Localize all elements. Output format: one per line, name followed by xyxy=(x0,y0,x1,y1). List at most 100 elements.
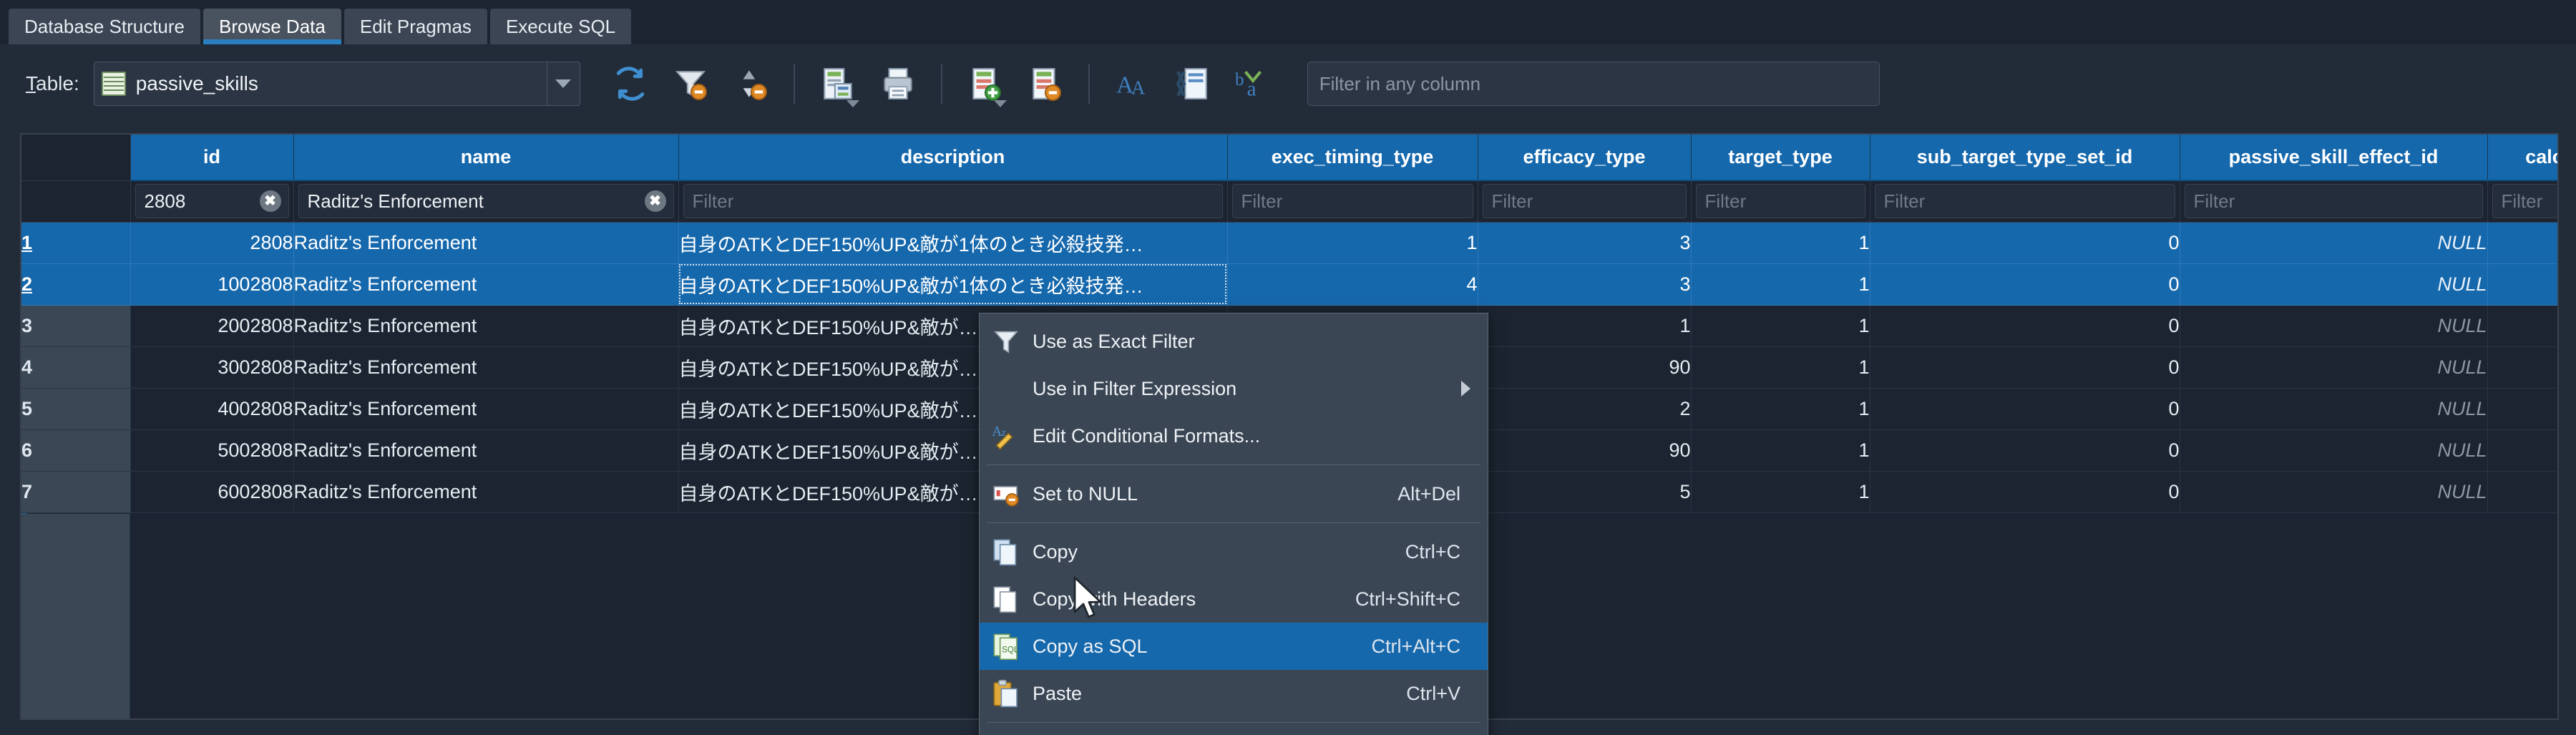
clear-filters-button[interactable] xyxy=(665,58,716,109)
filter-input-target_type[interactable]: Filter xyxy=(1695,184,1865,219)
set-font-button[interactable]: A A xyxy=(1107,58,1158,109)
cell-efficacy_type[interactable]: 3 xyxy=(1478,263,1692,306)
cell-target_type[interactable]: 1 xyxy=(1691,471,1870,513)
filter-cell-exec_timing_type[interactable]: Filter xyxy=(1227,180,1478,223)
cell-name[interactable]: Raditz's Enforcement xyxy=(293,222,679,264)
cell-target_type[interactable]: 1 xyxy=(1691,222,1870,264)
menu-item-paste[interactable]: Paste Ctrl+V xyxy=(980,670,1488,717)
cell-sub_target_type_set_id[interactable]: 0 xyxy=(1870,388,2180,430)
cell-calc_[interactable] xyxy=(2487,346,2557,389)
row-number[interactable]: 6 xyxy=(21,429,131,472)
filter-cell-target_type[interactable]: Filter xyxy=(1691,180,1870,223)
cell-id[interactable]: 2808 xyxy=(130,222,294,264)
cell-efficacy_type[interactable]: 5 xyxy=(1478,471,1692,513)
filter-input-sub_target_type_set_id[interactable]: Filter xyxy=(1874,184,2175,219)
filter-input-calc_[interactable]: Filter xyxy=(2492,184,2557,219)
menu-item-copy-as-sql[interactable]: SQL Copy as SQL Ctrl+Alt+C xyxy=(980,623,1488,670)
column-header-passive_skill_effect_id[interactable]: passive_skill_effect_id xyxy=(2180,135,2488,181)
cell-exec_timing_type[interactable]: 4 xyxy=(1227,263,1478,306)
menu-item-use-as-exact-filter[interactable]: Use as Exact Filter xyxy=(980,318,1488,365)
row-number[interactable]: 1 xyxy=(21,222,131,264)
menu-item-use-in-filter-expression[interactable]: Use in Filter Expression xyxy=(980,365,1488,412)
filter-cell-name[interactable]: Raditz's Enforcement ✖ xyxy=(293,180,679,223)
clear-filter-icon[interactable]: ✖ xyxy=(644,190,666,213)
filter-cell-passive_skill_effect_id[interactable]: Filter xyxy=(2180,180,2488,223)
find-replace-button[interactable] xyxy=(1167,58,1219,109)
filter-input-name[interactable]: Raditz's Enforcement ✖ xyxy=(298,184,674,219)
row-number[interactable]: 2 xyxy=(21,263,131,306)
cell-id[interactable]: 3002808 xyxy=(130,346,294,389)
tab-execute-sql[interactable]: Execute SQL xyxy=(489,9,632,44)
cell-passive_skill_effect_id[interactable]: NULL xyxy=(2180,346,2488,389)
filter-input-description[interactable]: Filter xyxy=(683,184,1223,219)
menu-item-edit-conditional-formats[interactable]: Az Edit Conditional Formats... xyxy=(980,412,1488,459)
cell-passive_skill_effect_id[interactable]: NULL xyxy=(2180,471,2488,513)
clear-sorting-button[interactable] xyxy=(725,58,776,109)
tab-browse-data[interactable]: Browse Data xyxy=(203,9,341,44)
cell-efficacy_type[interactable]: 2 xyxy=(1478,388,1692,430)
cell-id[interactable]: 2002808 xyxy=(130,305,294,347)
filter-input-exec_timing_type[interactable]: Filter xyxy=(1231,184,1473,219)
save-results-button[interactable] xyxy=(812,58,864,109)
filter-in-any-column-input[interactable]: Filter in any column xyxy=(1307,62,1880,106)
filter-input-passive_skill_effect_id[interactable]: Filter xyxy=(2184,184,2483,219)
cell-sub_target_type_set_id[interactable]: 0 xyxy=(1870,222,2180,264)
tab-database-structure[interactable]: Database Structure xyxy=(9,9,201,44)
cell-id[interactable]: 4002808 xyxy=(130,388,294,430)
cell-sub_target_type_set_id[interactable]: 0 xyxy=(1870,429,2180,472)
insert-record-button[interactable] xyxy=(960,58,1011,109)
cell-efficacy_type[interactable]: 90 xyxy=(1478,429,1692,472)
cell-calc_[interactable] xyxy=(2487,263,2557,306)
cell-passive_skill_effect_id[interactable]: NULL xyxy=(2180,222,2488,264)
cell-name[interactable]: Raditz's Enforcement xyxy=(293,263,679,306)
cell-exec_timing_type[interactable]: 1 xyxy=(1227,222,1478,264)
cell-calc_[interactable] xyxy=(2487,471,2557,513)
column-header-name[interactable]: name xyxy=(293,135,679,181)
filter-input-id[interactable]: 2808 ✖ xyxy=(135,184,289,219)
cell-name[interactable]: Raditz's Enforcement xyxy=(293,429,679,472)
cell-passive_skill_effect_id[interactable]: NULL xyxy=(2180,388,2488,430)
cell-efficacy_type[interactable]: 3 xyxy=(1478,222,1692,264)
table-row[interactable]: 2 1002808 Raditz's Enforcement 自身のATKとDEF15… xyxy=(21,263,2557,306)
cell-id[interactable]: 6002808 xyxy=(130,471,294,513)
column-header-calc_[interactable]: calc_ xyxy=(2487,135,2557,181)
cell-name[interactable]: Raditz's Enforcement xyxy=(293,346,679,389)
cell-efficacy_type[interactable]: 90 xyxy=(1478,346,1692,389)
print-button[interactable] xyxy=(872,58,924,109)
cell-sub_target_type_set_id[interactable]: 0 xyxy=(1870,471,2180,513)
row-number[interactable]: 4 xyxy=(21,346,131,389)
table-row[interactable]: 1 2808 Raditz's Enforcement 自身のATKとDEF150%U… xyxy=(21,222,2557,264)
delete-record-button[interactable] xyxy=(1020,58,1071,109)
cell-calc_[interactable] xyxy=(2487,388,2557,430)
cell-sub_target_type_set_id[interactable]: 0 xyxy=(1870,305,2180,347)
filter-cell-calc_[interactable]: Filter xyxy=(2487,180,2557,223)
tab-edit-pragmas[interactable]: Edit Pragmas xyxy=(343,9,487,44)
cell-name[interactable]: Raditz's Enforcement xyxy=(293,305,679,347)
cell-description[interactable]: 自身のATKとDEF150%UP&敵が1体のとき必殺技発… xyxy=(678,263,1228,306)
table-select-combobox[interactable]: passive_skills xyxy=(93,62,580,106)
clear-filter-icon[interactable]: ✖ xyxy=(259,190,281,213)
cell-name[interactable]: Raditz's Enforcement xyxy=(293,388,679,430)
cell-target_type[interactable]: 1 xyxy=(1691,388,1870,430)
filter-input-efficacy_type[interactable]: Filter xyxy=(1482,184,1687,219)
cell-calc_[interactable] xyxy=(2487,222,2557,264)
row-number[interactable]: 7 xyxy=(21,471,131,513)
column-header-description[interactable]: description xyxy=(678,135,1228,181)
cell-target_type[interactable]: 1 xyxy=(1691,429,1870,472)
column-header-id[interactable]: id xyxy=(130,135,294,181)
cell-calc_[interactable] xyxy=(2487,429,2557,472)
cell-passive_skill_effect_id[interactable]: NULL xyxy=(2180,305,2488,347)
menu-item-set-to-null[interactable]: Set to NULL Alt+Del xyxy=(980,470,1488,517)
column-header-exec_timing_type[interactable]: exec_timing_type xyxy=(1227,135,1478,181)
menu-item-copy-with-headers[interactable]: Copy with Headers Ctrl+Shift+C xyxy=(980,575,1488,623)
row-number[interactable]: 3 xyxy=(21,305,131,347)
cell-sub_target_type_set_id[interactable]: 0 xyxy=(1870,263,2180,306)
column-header-target_type[interactable]: target_type xyxy=(1691,135,1870,181)
cell-passive_skill_effect_id[interactable]: NULL xyxy=(2180,429,2488,472)
cell-id[interactable]: 5002808 xyxy=(130,429,294,472)
cell-context-menu[interactable]: Use as Exact Filter Use in Filter Express… xyxy=(979,313,1488,735)
sort-az-button[interactable]: b a xyxy=(1227,58,1279,109)
filter-cell-id[interactable]: 2808 ✖ xyxy=(130,180,294,223)
filter-cell-efficacy_type[interactable]: Filter xyxy=(1478,180,1692,223)
cell-target_type[interactable]: 1 xyxy=(1691,346,1870,389)
